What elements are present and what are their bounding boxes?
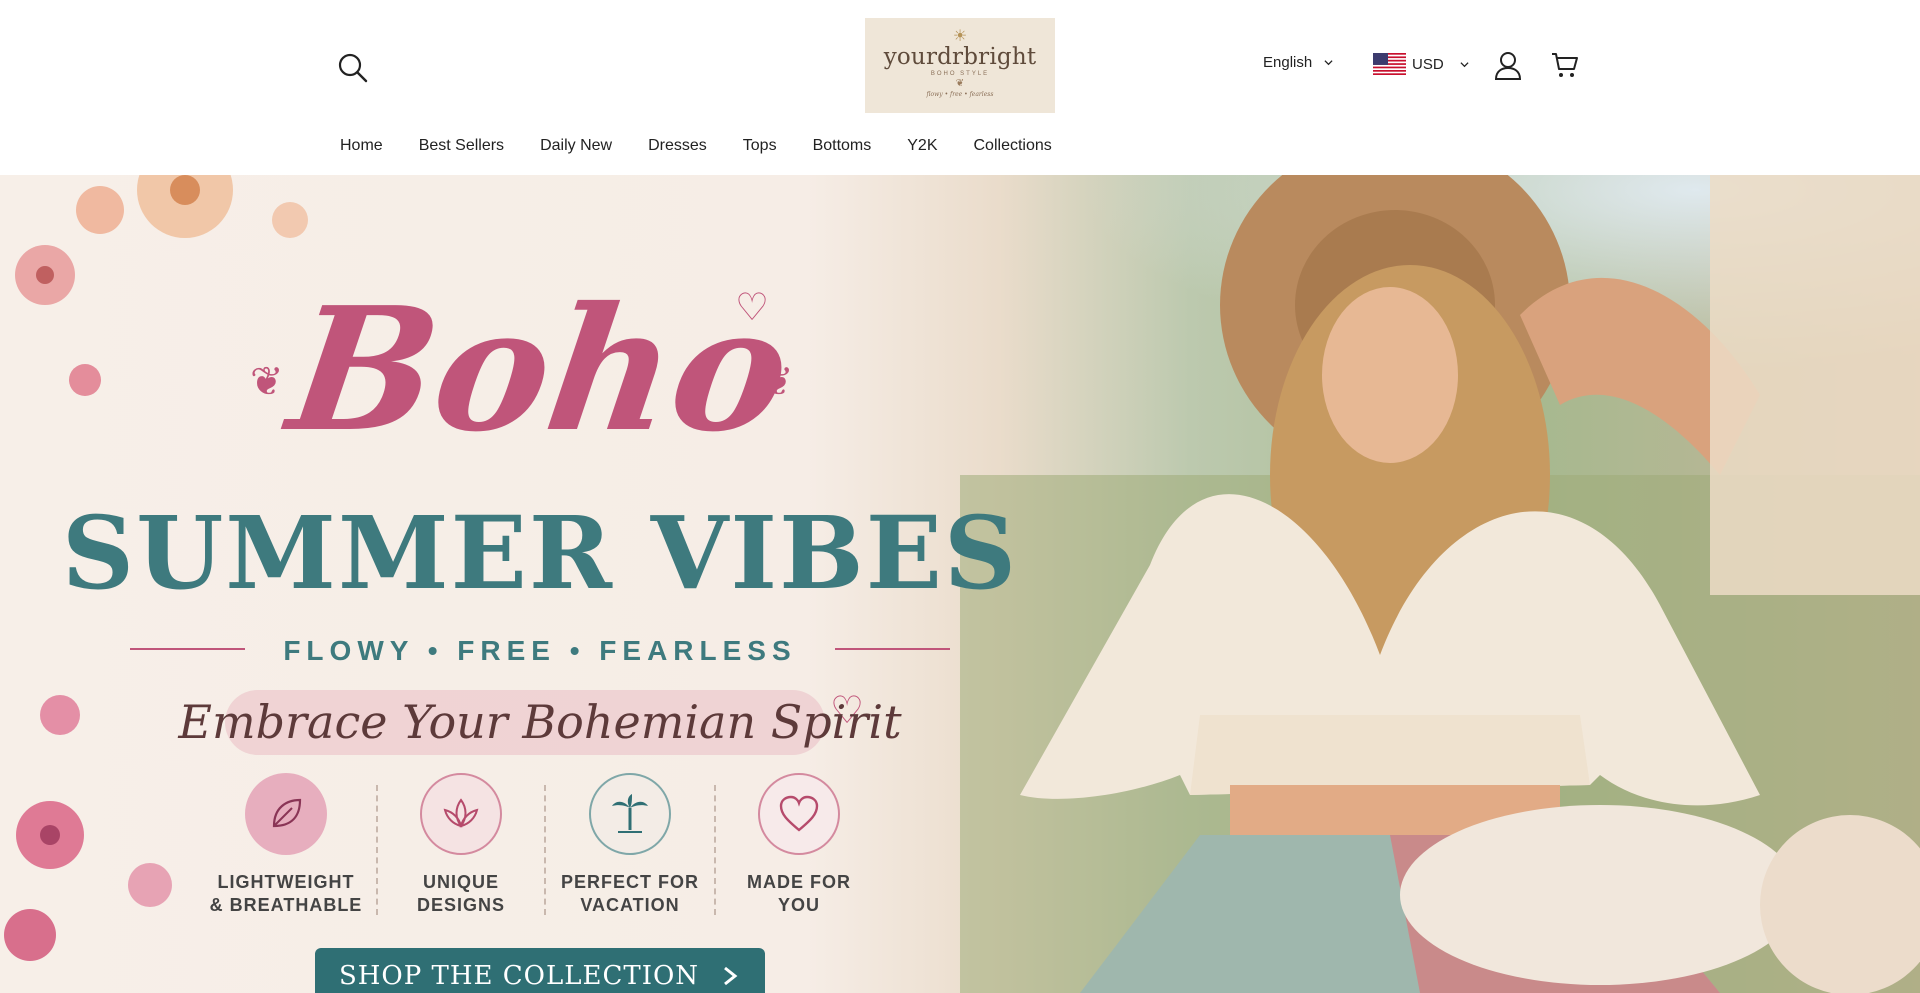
main-nav: Home Best Sellers Daily New Dresses Tops… [340,137,1088,155]
hero-subtitle: Embrace Your Bohemian Spirit [178,695,902,749]
feature-label: LIGHTWEIGHT & BREATHABLE [209,872,363,915]
currency-label: USD [1412,55,1444,73]
nav-item-home[interactable]: Home [340,137,383,155]
feature-label: UNIQUE DESIGNS [416,872,506,915]
nav-item-dresses[interactable]: Dresses [648,137,707,155]
shop-collection-button[interactable]: SHOP THE COLLECTION [315,948,765,993]
logo-tagline: flowy • free • fearless [926,91,994,98]
us-flag-icon [1373,53,1406,75]
hero-tagline: FLOWY • FREE • FEARLESS [283,635,797,666]
lotus-icon [420,773,502,855]
leaf-ornament-icon: ❦ [955,78,965,89]
chevron-right-icon [724,966,738,985]
feature-label: PERFECT FOR VACATION [560,872,699,915]
nav-item-best-sellers[interactable]: Best Sellers [419,137,504,155]
hero-title-main: SUMMER VIBES [61,494,1019,612]
hero-title-script: Boho [278,270,802,470]
chevron-down-icon [1324,60,1333,66]
nav-item-bottoms[interactable]: Bottoms [813,137,872,155]
cart-icon[interactable] [1551,51,1579,79]
search-icon[interactable] [337,52,369,84]
feature-made-for-you: MADE FOR YOU [714,773,884,917]
language-selector[interactable]: English [1263,54,1333,71]
nav-item-collections[interactable]: Collections [974,137,1052,155]
palm-tree-icon [589,773,671,855]
site-header: ☀ yourdrbright BOHO STYLE ❦ flowy • free… [0,0,1920,175]
currency-selector[interactable]: USD [1373,53,1469,75]
site-logo[interactable]: ☀ yourdrbright BOHO STYLE ❦ flowy • free… [865,18,1055,113]
language-label: English [1263,54,1313,71]
feature-label: MADE FOR YOU [747,872,851,915]
feature-unique-designs: UNIQUE DESIGNS [376,773,546,917]
feature-vacation: PERFECT FOR VACATION [545,773,715,917]
chevron-down-icon [1460,61,1469,67]
sun-icon: ☀ [952,28,968,45]
account-icon[interactable] [1494,51,1522,81]
hero-banner[interactable]: ❦ ❦ ♡ ♡ Boho SUMMER VIBES FLOWY • FREE •… [0,175,1920,993]
logo-name: yourdrbright [883,44,1037,70]
feature-lightweight: LIGHTWEIGHT & BREATHABLE [201,773,371,917]
leaf-icon [245,773,327,855]
shop-collection-label: SHOP THE COLLECTION [338,960,700,991]
nav-item-tops[interactable]: Tops [743,137,777,155]
nav-item-daily-new[interactable]: Daily New [540,137,612,155]
nav-item-y2k[interactable]: Y2K [907,137,937,155]
heart-icon [758,773,840,855]
